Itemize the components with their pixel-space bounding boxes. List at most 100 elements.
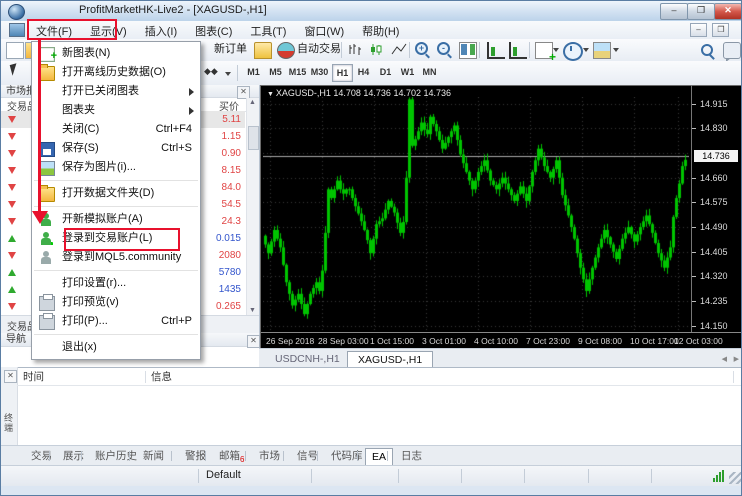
terminal-tab-10[interactable]: 日志 [395,448,428,465]
autotrading-button[interactable]: 自动交易 [297,41,341,58]
child-restore-button[interactable]: ❐ [712,23,729,37]
toolbar-separator [409,42,410,58]
chart-tab-xagusdh1[interactable]: XAGUSD-,H1 [347,351,433,368]
new-chart-toolbar-icon[interactable] [6,42,24,59]
indicators-dropdown-icon[interactable] [553,48,559,52]
market-watch-scrollbar[interactable]: ▲ ▼ [246,98,259,315]
scroll-thumb[interactable] [248,126,259,150]
chart-window-icon[interactable] [9,23,25,37]
column-divider[interactable] [733,371,734,383]
column-divider[interactable] [145,371,146,383]
period-h1[interactable]: H1 [332,64,353,82]
menu-item-4[interactable]: 工具(T) [241,21,295,39]
period-mn[interactable]: MN [420,64,439,80]
indicators-icon[interactable] [535,42,553,59]
terminal-tab-6[interactable]: 市场 [253,448,286,465]
file-menu-item-11[interactable]: 打印设置(r)... [32,274,200,293]
file-menu-item-3[interactable]: 图表夹 [32,101,200,120]
file-menu-item-8[interactable]: 开新模拟账户(A) [32,210,200,229]
period-w1[interactable]: W1 [398,64,417,80]
price-scale[interactable]: 14.91514.83014.66014.57514.49014.40514.3… [691,85,742,333]
terminal-tab-4[interactable]: 警报 [179,448,212,465]
file-menu-item-14[interactable]: 退出(x) [32,338,200,357]
chart-shift-icon[interactable] [487,42,505,59]
minimize-button[interactable]: – [660,3,688,20]
menu-item-3[interactable]: 图表(C) [186,21,241,39]
autotrading-icon[interactable] [277,42,295,59]
period-m30[interactable]: M30 [310,64,329,80]
login-mql5-icon [39,251,53,264]
terminal-tab-9[interactable]: EA [365,448,393,466]
resize-grip[interactable] [729,472,741,484]
menu-item-5[interactable]: 窗口(W) [295,21,353,39]
tab-separator [245,451,246,461]
cursor-tool-icon[interactable] [10,63,20,75]
file-menu-item-9[interactable]: 登录到交易账户(L) [32,229,200,248]
menu-item-2[interactable]: 插入(I) [136,21,186,39]
file-menu-item-1[interactable]: 打开离线历史数据(O) [32,63,200,82]
scroll-up-icon[interactable]: ▲ [249,99,256,106]
tab-scroll-left-icon[interactable]: ◀ [722,355,727,363]
price-tick [692,202,696,203]
ask-price: 84.0 [222,179,241,196]
period-m5[interactable]: M5 [266,64,285,80]
time-label: 26 Sep 2018 [266,336,314,346]
terminal-close-icon[interactable]: ✕ [4,370,17,383]
zoom-out-icon[interactable]: - [437,42,450,55]
scroll-down-icon[interactable]: ▼ [249,307,256,314]
tile-windows-icon[interactable] [459,42,477,59]
file-menu-item-label: 打印设置(r)... [62,277,126,289]
navigator-close-icon[interactable]: ✕ [247,335,260,348]
search-icon[interactable] [701,44,713,56]
file-menu-item-6[interactable]: 保存为图片(i)... [32,158,200,177]
terminal-tab-1[interactable]: 展示 [57,448,90,465]
period-d1[interactable]: D1 [376,64,395,80]
templates-dropdown-icon[interactable] [613,48,619,52]
period-m15[interactable]: M15 [288,64,307,80]
bar-chart-mode-icon[interactable] [347,42,363,57]
file-menu-item-2[interactable]: 打开已关闭图表 [32,82,200,101]
auto-scroll-icon[interactable] [509,42,527,59]
arrow-up-icon [8,286,16,293]
profile-indicator[interactable]: Default [206,469,241,481]
menu-separator [34,270,198,271]
arrows-tool-icon[interactable]: ◆◆ [204,64,218,79]
period-m1[interactable]: M1 [244,64,263,80]
mailbox-icon[interactable] [254,42,272,59]
terminal-tab-0[interactable]: 交易 [25,448,58,465]
file-menu-item-5[interactable]: 保存(S)Ctrl+S [32,139,200,158]
file-menu-item-7[interactable]: 打开数据文件夹(D) [32,184,200,203]
file-menu-item-4[interactable]: 关闭(C)Ctrl+F4 [32,120,200,139]
terminal-tab-3[interactable]: 新闻 [137,448,170,465]
tab-scroll-right-icon[interactable]: ▶ [734,355,739,363]
file-menu-item-12[interactable]: 打印预览(v) [32,293,200,312]
column-message[interactable]: 信息 [151,369,172,384]
arrows-dropdown-icon[interactable] [225,72,231,76]
price-chart[interactable] [263,97,689,331]
terminal-tab-2[interactable]: 账户历史 [89,448,143,465]
statusbar-separator [651,469,652,483]
file-menu-item-13[interactable]: 打印(P)...Ctrl+P [32,312,200,331]
current-price-tag: 14.736 [694,150,738,162]
chart-tab-usdcnhh1[interactable]: USDCNH-,H1 [265,351,350,367]
maximize-button[interactable]: ❐ [687,3,715,20]
zoom-in-icon[interactable]: + [415,42,428,55]
child-minimize-button[interactable]: – [690,23,707,37]
new-order-button[interactable]: 新订单 [214,41,247,58]
community-chat-icon[interactable] [723,42,741,59]
file-menu-item-0[interactable]: 新图表(N) [32,44,200,63]
time-scale[interactable]: 26 Sep 201828 Sep 03:001 Oct 15:003 Oct … [261,332,742,348]
line-chart-mode-icon[interactable] [391,42,407,57]
templates-icon[interactable] [593,42,611,59]
periods-icon[interactable] [563,42,583,61]
close-button[interactable]: ✕ [714,3,742,20]
terminal-tab-8[interactable]: 代码库 [325,448,369,465]
terminal-tab-7[interactable]: 信号 [291,448,324,465]
column-time[interactable]: 时间 [23,369,44,384]
periods-dropdown-icon[interactable] [583,48,589,52]
candlestick-mode-icon[interactable] [369,42,385,57]
menu-item-6[interactable]: 帮助(H) [353,21,408,39]
period-h4[interactable]: H4 [354,64,373,80]
file-menu-item-label: 打开已关闭图表 [62,85,139,97]
chart-collapse-icon[interactable]: ▼ [267,91,276,98]
